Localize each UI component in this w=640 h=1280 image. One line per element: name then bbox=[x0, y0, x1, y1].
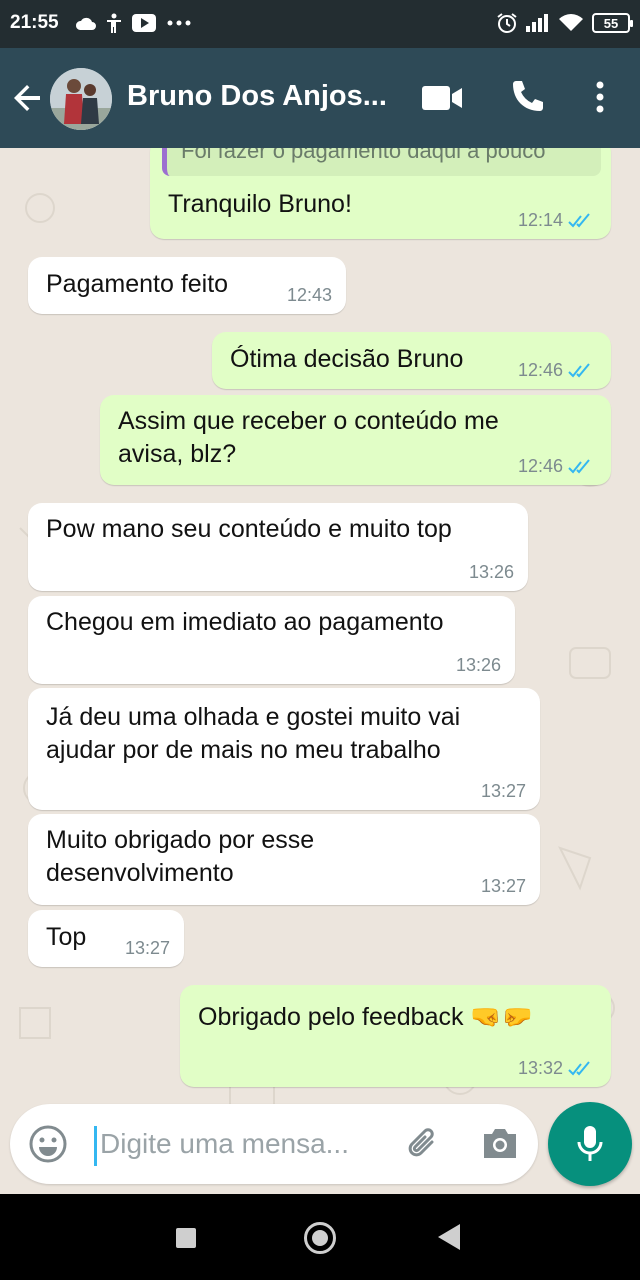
message-meta: 12:14 bbox=[518, 210, 597, 231]
message-bubble-outgoing[interactable]: Foi fazer o pagamento daqui a pouco Tran… bbox=[150, 148, 611, 239]
read-ticks-icon bbox=[568, 458, 590, 473]
status-icons-left bbox=[74, 10, 192, 36]
message-input-box[interactable]: Digite uma mensa... bbox=[10, 1104, 538, 1184]
message-meta: 13:27 bbox=[481, 876, 526, 897]
message-meta: 13:26 bbox=[469, 562, 514, 583]
message-meta: 13:26 bbox=[456, 655, 501, 676]
battery-icon: 55 bbox=[592, 13, 633, 33]
status-icons-right: 55 bbox=[496, 10, 633, 36]
message-text-line-2: desenvolvimento bbox=[46, 859, 234, 887]
read-ticks-icon bbox=[568, 212, 590, 227]
message-bubble-incoming[interactable]: Pow mano seu conteúdo e muito top 13:26 bbox=[28, 503, 528, 591]
chat-area[interactable]: Foi fazer o pagamento daqui a pouco Tran… bbox=[0, 148, 640, 1194]
message-text-line-2: ajudar por de mais no meu trabalho bbox=[46, 736, 441, 764]
read-ticks-icon bbox=[568, 1060, 590, 1075]
message-time: 13:27 bbox=[480, 876, 526, 896]
message-meta: 13:27 bbox=[481, 781, 526, 802]
text-cursor bbox=[94, 1126, 97, 1166]
message-time: 12:14 bbox=[517, 210, 563, 230]
more-dots-icon bbox=[167, 20, 191, 26]
message-bubble-incoming[interactable]: Já deu uma olhada e gostei muito vai aju… bbox=[28, 688, 540, 810]
cloud-icon bbox=[75, 17, 96, 30]
message-input-placeholder[interactable]: Digite uma mensa... bbox=[100, 1128, 349, 1160]
message-time: 13:27 bbox=[480, 781, 526, 801]
mic-icon bbox=[577, 1126, 603, 1161]
quoted-message-text: Foi fazer o pagamento daqui a pouco bbox=[181, 148, 546, 163]
message-time: 13:26 bbox=[468, 562, 514, 582]
message-meta: 13:32 bbox=[518, 1058, 597, 1079]
quoted-message[interactable]: Foi fazer o pagamento daqui a pouco bbox=[162, 148, 601, 176]
more-vert-icon[interactable] bbox=[588, 78, 612, 116]
alarm-icon bbox=[497, 13, 517, 33]
status-bar: 21:55 55 bbox=[0, 0, 640, 48]
message-bubble-incoming[interactable]: Muito obrigado por esse desenvolvimento … bbox=[28, 814, 540, 905]
emoji-icon[interactable] bbox=[28, 1124, 68, 1164]
message-meta: 13:27 bbox=[125, 938, 170, 959]
message-bubble-incoming[interactable]: Top 13:27 bbox=[28, 910, 184, 967]
message-time: 12:46 bbox=[517, 456, 563, 476]
message-text: Ótima decisão Bruno bbox=[230, 345, 464, 373]
avatar[interactable] bbox=[50, 68, 112, 130]
message-meta: 12:43 bbox=[287, 285, 332, 306]
chat-header: Bruno Dos Anjos... bbox=[0, 48, 640, 148]
system-nav-bar bbox=[0, 1194, 640, 1280]
message-time: 13:27 bbox=[124, 938, 170, 958]
message-text-line-1: Assim que receber o conteúdo me bbox=[118, 407, 499, 435]
message-text: Chegou em imediato ao pagamento bbox=[46, 608, 444, 636]
message-text: Obrigado pelo feedback 🤜🤛 bbox=[198, 1003, 533, 1031]
message-bubble-incoming[interactable]: Chegou em imediato ao pagamento 13:26 bbox=[28, 596, 515, 684]
message-time: 13:32 bbox=[517, 1058, 563, 1078]
accessibility-icon bbox=[107, 13, 121, 33]
home-button[interactable] bbox=[304, 1222, 336, 1254]
attach-icon[interactable] bbox=[404, 1124, 444, 1164]
wifi-icon bbox=[559, 14, 583, 31]
message-meta: 12:46 bbox=[518, 456, 597, 477]
camera-icon[interactable] bbox=[480, 1126, 520, 1162]
message-text: Pow mano seu conteúdo e muito top bbox=[46, 515, 452, 543]
message-meta: 12:46 bbox=[518, 360, 597, 381]
message-text-line-1: Já deu uma olhada e gostei muito vai bbox=[46, 703, 461, 731]
message-time: 12:46 bbox=[517, 360, 563, 380]
message-text: Pagamento feito bbox=[46, 270, 229, 298]
message-bubble-incoming[interactable]: Pagamento feito 12:43 bbox=[28, 257, 346, 314]
recent-apps-button[interactable] bbox=[176, 1228, 196, 1248]
message-text-line-2: avisa, blz? bbox=[118, 440, 237, 468]
youtube-icon bbox=[132, 14, 156, 32]
message-bubble-outgoing[interactable]: Assim que receber o conteúdo me avisa, b… bbox=[100, 395, 611, 485]
signal-icon bbox=[526, 14, 548, 32]
video-call-icon[interactable] bbox=[422, 84, 462, 112]
message-bubble-outgoing[interactable]: Obrigado pelo feedback 🤜🤛 13:32 bbox=[180, 985, 611, 1087]
message-text: Top bbox=[46, 923, 87, 951]
status-time: 21:55 bbox=[10, 12, 59, 33]
contact-name[interactable]: Bruno Dos Anjos... bbox=[127, 80, 387, 113]
mic-button[interactable] bbox=[548, 1102, 632, 1186]
read-ticks-icon bbox=[568, 362, 590, 377]
message-time: 13:26 bbox=[455, 655, 501, 675]
phone-icon[interactable] bbox=[508, 78, 546, 116]
battery-level: 55 bbox=[603, 15, 619, 31]
message-text: Tranquilo Bruno! bbox=[168, 190, 352, 218]
back-arrow-icon[interactable] bbox=[10, 80, 46, 116]
message-time: 12:43 bbox=[286, 285, 332, 305]
message-bubble-outgoing[interactable]: Ótima decisão Bruno 12:46 bbox=[212, 332, 611, 389]
back-button[interactable] bbox=[438, 1224, 460, 1250]
message-text-line-1: Muito obrigado por esse bbox=[46, 826, 315, 854]
